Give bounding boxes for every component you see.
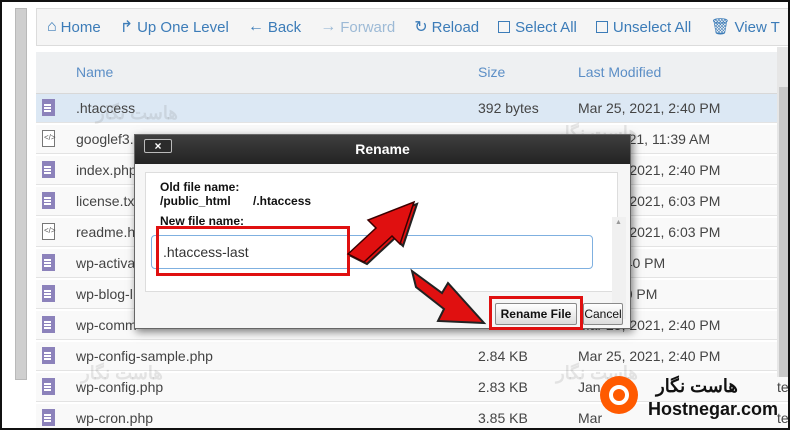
reload-icon: ↻	[414, 19, 428, 36]
file-text-icon	[42, 99, 55, 116]
up-one-level-button[interactable]: ↱ Up One Level	[120, 17, 229, 37]
brand-name-english: Hostnegar.com	[648, 399, 779, 419]
arrow-left-icon: ←	[247, 18, 264, 35]
file-size: 392 bytes	[478, 100, 539, 116]
home-button[interactable]: ⌂ Home	[47, 18, 101, 36]
arrow-right-icon: →	[320, 18, 337, 35]
scrollbar-thumb[interactable]	[779, 87, 788, 377]
table-header: Name Size Last Modified Ty	[36, 52, 788, 94]
dialog-title-bar: × Rename	[135, 135, 630, 164]
file-name: wp-cron.php	[76, 410, 154, 426]
reload-button[interactable]: ↻ Reload	[414, 17, 479, 37]
back-button[interactable]: ← Back	[248, 18, 301, 36]
toolbar: ⌂ Home ↱ Up One Level ← Back → Forward ↻ Relo…	[36, 8, 788, 46]
file-text-icon	[42, 161, 55, 178]
file-modified: Mar 25, 2021, 2:40 PM	[578, 100, 721, 116]
column-name[interactable]: Name	[76, 64, 113, 80]
level-up-icon: ↱	[119, 19, 134, 36]
checkbox-empty-icon	[595, 21, 608, 33]
column-size[interactable]: Size	[478, 64, 505, 80]
dialog-title: Rename	[355, 141, 410, 157]
brand-name-persian: هاست نگار	[656, 376, 738, 396]
file-text-icon	[42, 254, 55, 271]
old-file-name-label: Old file name:	[160, 180, 240, 194]
file-name: wp-blog-l	[76, 286, 133, 302]
file-list-scrollbar[interactable]	[777, 47, 788, 377]
file-text-icon	[42, 285, 55, 302]
file-text-icon	[42, 192, 55, 209]
cancel-button[interactable]: Cancel	[583, 303, 623, 325]
file-code-icon: </>	[42, 223, 56, 240]
forward-button[interactable]: → Forward	[320, 18, 395, 36]
unselect-all-button[interactable]: Unselect All	[595, 19, 691, 36]
arrow-to-button-icon	[410, 268, 487, 325]
watermark-text: هاست نگار	[81, 363, 163, 383]
file-modified: Mar 25, 2021, 2:40 PM	[578, 348, 721, 364]
home-icon: ⌂	[47, 18, 57, 35]
watermark-text: هاست نگار	[96, 103, 178, 123]
file-text-icon	[42, 316, 55, 333]
button-highlight-box	[489, 296, 583, 330]
file-name: wp-config-sample.php	[76, 348, 213, 364]
screenshot-frame: ⌂ Home ↱ Up One Level ← Back → Forward ↻ Relo…	[0, 0, 790, 430]
hostnegar-logo-icon	[600, 376, 638, 414]
file-code-icon: </>	[42, 130, 56, 147]
input-highlight-box	[156, 226, 350, 276]
file-name: googlef3...	[76, 131, 142, 147]
close-icon[interactable]: ×	[144, 139, 172, 153]
view-trash-button[interactable]: 🗑 View T	[710, 17, 780, 37]
file-text-icon	[42, 347, 55, 364]
file-text-icon	[42, 378, 55, 395]
file-size: 2.83 KB	[478, 379, 528, 395]
brand-logo-block: هاست نگار Hostnegar.com	[594, 374, 784, 424]
old-file-directory: /public_html	[160, 194, 231, 208]
left-panel-scrollbar[interactable]	[15, 8, 27, 380]
select-all-button[interactable]: Select All	[498, 19, 577, 36]
trash-icon: 🗑	[710, 19, 731, 36]
checkbox-checked-icon	[498, 21, 511, 33]
file-name: license.tx	[76, 193, 135, 209]
old-file-name: /.htaccess	[253, 194, 312, 208]
file-size: 2.84 KB	[478, 348, 528, 364]
file-size: 3.85 KB	[478, 410, 528, 426]
file-name: wp-activa	[76, 255, 136, 271]
file-name: index.php	[76, 162, 137, 178]
file-name: wp-comm	[76, 317, 137, 333]
scroll-up-icon[interactable]: ▲	[615, 219, 622, 226]
file-text-icon	[42, 409, 55, 426]
column-last-modified[interactable]: Last Modified	[578, 64, 661, 80]
file-name: readme.h	[76, 224, 136, 240]
